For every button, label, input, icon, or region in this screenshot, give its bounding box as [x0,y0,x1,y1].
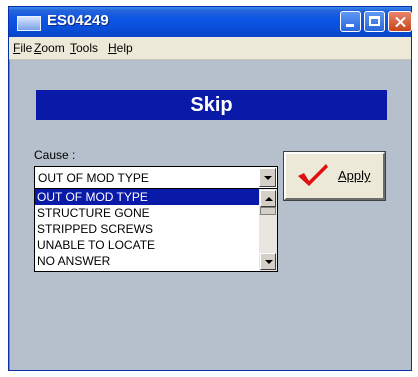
red-checkmark-icon [298,164,328,186]
cause-selected-value: OUT OF MOD TYPE [38,171,149,185]
list-item[interactable]: UNABLE TO LOCATE [35,237,259,253]
menu-bar: File Zoom Tools Help [9,37,411,60]
apply-button[interactable]: Apply [283,151,386,201]
list-item[interactable]: NO ANSWER [35,253,259,269]
close-button[interactable] [388,11,412,32]
list-item[interactable]: STRIPPED SCREWS [35,221,259,237]
window-title: ES04249 [47,12,109,29]
cause-label: Cause : [34,148,76,162]
scroll-down-button[interactable] [260,253,276,270]
list-item[interactable]: STRUCTURE GONE [35,205,259,221]
maximize-button[interactable] [364,11,385,32]
content-area: Skip Cause : OUT OF MOD TYPE OUT OF MOD … [9,60,411,370]
chevron-down-icon [265,260,273,264]
menu-zoom[interactable]: Zoom [34,41,65,55]
chevron-up-icon [265,197,273,201]
menu-help[interactable]: Help [108,41,133,55]
menu-file[interactable]: File [13,41,32,55]
app-icon [17,16,41,31]
list-scrollbar[interactable] [259,189,277,271]
scroll-thumb[interactable] [260,207,276,215]
cause-options-list[interactable]: OUT OF MOD TYPE STRUCTURE GONE STRIPPED … [34,188,278,272]
apply-label: Apply [338,168,371,183]
minimize-button[interactable] [340,11,361,32]
app-window: ES04249 File Zoom Tools Help Skip Cause … [8,6,412,371]
dropdown-button[interactable] [259,168,276,187]
cause-dropdown[interactable]: OUT OF MOD TYPE [34,166,278,189]
list-item[interactable]: OUT OF MOD TYPE [35,189,259,205]
chevron-down-icon [264,176,272,180]
menu-tools[interactable]: Tools [70,41,98,55]
page-title: Skip [36,90,387,120]
title-bar[interactable]: ES04249 [9,7,412,37]
scroll-up-button[interactable] [260,190,276,207]
